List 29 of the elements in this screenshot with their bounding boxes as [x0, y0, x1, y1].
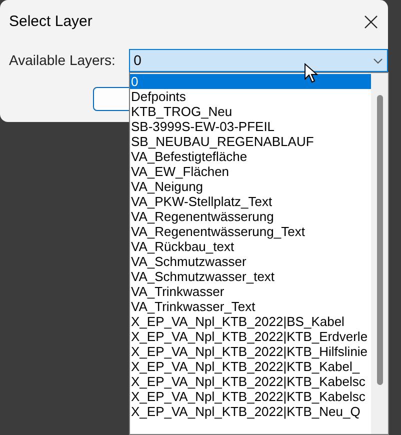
layer-option[interactable]: VA_Regenentwässerung_Text	[130, 224, 371, 239]
layer-combobox[interactable]: 0	[128, 49, 388, 72]
layer-option[interactable]: SB_NEUBAU_REGENABLAUF	[130, 134, 371, 149]
field-label: Available Layers:	[9, 51, 116, 70]
layer-option[interactable]: VA_Schmutzwasser_text	[130, 269, 371, 284]
layer-option[interactable]: VA_Befestigtefläche	[130, 149, 371, 164]
layer-option[interactable]: X_EP_VA_Npl_KTB_2022|KTB_Neu_Q	[130, 404, 371, 419]
layer-option[interactable]: VA_EW_Flächen	[130, 164, 371, 179]
layer-option[interactable]: VA_Neigung	[130, 179, 371, 194]
layer-option[interactable]: X_EP_VA_Npl_KTB_2022|KTB_Hilfslinie	[130, 344, 371, 359]
close-icon[interactable]	[364, 15, 378, 29]
chevron-down-icon	[373, 58, 383, 64]
layer-option[interactable]: X_EP_VA_Npl_KTB_2022|KTB_Erdverle	[130, 329, 371, 344]
layer-option[interactable]: VA_Trinkwasser	[130, 284, 371, 299]
dialog-title: Select Layer	[9, 12, 92, 32]
layer-option[interactable]: X_EP_VA_Npl_KTB_2022|KTB_Kabel_	[130, 359, 371, 374]
layer-option[interactable]: Defpoints	[130, 89, 371, 104]
scrollbar-thumb[interactable]	[376, 95, 382, 385]
layer-option[interactable]: X_EP_VA_Npl_KTB_2022|BS_Kabel	[130, 314, 371, 329]
layer-option[interactable]: VA_Regenentwässerung	[130, 209, 371, 224]
layer-option[interactable]: X_EP_VA_Npl_KTB_2022|KTB_Kabelsc	[130, 389, 371, 404]
layer-option[interactable]: VA_Rückbau_text	[130, 239, 371, 254]
layer-option[interactable]: X_EP_VA_Npl_KTB_2022|KTB_Kabelsc	[130, 374, 371, 389]
layer-option[interactable]: 0	[130, 74, 371, 89]
layer-option[interactable]: SB-3999S-EW-03-PFEIL	[130, 119, 371, 134]
layer-option[interactable]: VA_Schmutzwasser	[130, 254, 371, 269]
layer-option[interactable]: VA_Trinkwasser_Text	[130, 299, 371, 314]
layer-option[interactable]: VA_PKW-Stellplatz_Text	[130, 194, 371, 209]
layer-option[interactable]: KTB_TROG_Neu	[130, 104, 371, 119]
